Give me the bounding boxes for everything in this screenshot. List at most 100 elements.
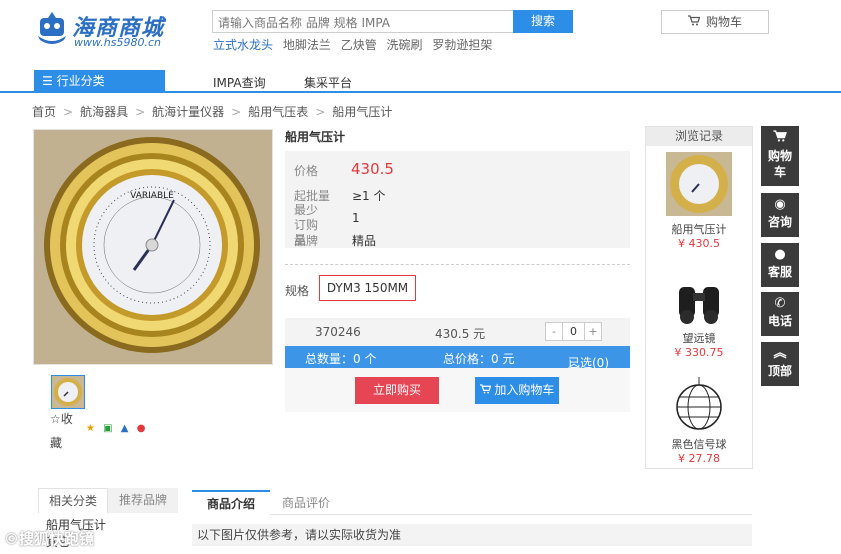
total-quantity: 总数量：0 个 [305, 352, 377, 366]
nav-item-purchase[interactable]: 集采平台 [304, 74, 352, 91]
search-button[interactable]: 搜索 [513, 10, 573, 33]
tool-top[interactable]: ︽ 顶部 [761, 342, 799, 386]
spec-label: 规格 [285, 284, 310, 298]
cart-icon [687, 11, 701, 33]
order-unit-price: 430.5 元 [435, 327, 486, 341]
list-icon: ☰ [42, 74, 57, 88]
chevron-right-icon: > [135, 105, 146, 119]
hot-word-link[interactable]: 地脚法兰 [283, 38, 331, 52]
tool-label: 电话 [767, 314, 792, 328]
cart-button[interactable]: 购物车 [661, 10, 769, 34]
wechat-share-icon[interactable]: ▣ [103, 423, 112, 434]
weibo-share-icon[interactable]: ● [137, 423, 146, 434]
favorite-button[interactable]: ☆收 [50, 410, 73, 427]
chevron-right-icon: > [231, 105, 242, 119]
history-item[interactable]: 黑色信号球 ¥ 27.78 [646, 377, 752, 465]
tab-recommend[interactable]: 推荐品牌 [108, 488, 178, 513]
history-item-name: 望远镜 [682, 332, 716, 345]
product-title: 船用气压计 [285, 130, 346, 144]
history-item-name: 船用气压计 [671, 223, 727, 236]
history-item[interactable]: 船用气压计 ¥ 430.5 [646, 152, 752, 250]
tool-label: 客服 [767, 265, 792, 279]
tab-description[interactable]: 商品介绍 [192, 490, 270, 515]
quantity-input[interactable]: 0 [563, 323, 584, 340]
category-menu[interactable]: ☰ 行业分类 [34, 70, 165, 93]
signal-ball-thumb [676, 377, 722, 430]
min-batch-value: ≥1 个 [352, 189, 386, 203]
chevron-right-icon: > [315, 105, 326, 119]
hot-word-link[interactable]: 乙炔管 [341, 38, 377, 52]
breadcrumb-item[interactable]: 首页 [32, 105, 56, 119]
breadcrumb-item[interactable]: 船用气压表 [248, 105, 308, 119]
history-item[interactable]: 望远镜 ¥ 330.75 [646, 277, 752, 359]
history-item-price: ¥ 430.5 [678, 237, 720, 250]
top-icon: ︽ [773, 346, 787, 361]
breadcrumb-item[interactable]: 船用气压计 [332, 105, 392, 119]
star-share-icon[interactable]: ★ [86, 423, 95, 434]
qzone-share-icon[interactable]: ▲ [121, 423, 129, 434]
add-to-cart-label: 加入购物车 [494, 383, 555, 397]
minus-button[interactable]: - [546, 323, 563, 340]
binoculars-thumb [679, 287, 719, 324]
history-item-price: ¥ 27.78 [678, 452, 720, 465]
logo-url: www.hs5980.cn [74, 36, 161, 49]
logo-icon [38, 12, 66, 44]
hot-word-link[interactable]: 立式水龙头 [213, 38, 273, 52]
tool-label: 购物车 [767, 149, 792, 179]
order-code: 370246 [315, 325, 361, 339]
chevron-right-icon: > [63, 105, 74, 119]
watermark: ©搜狐快跑镜 [4, 530, 95, 548]
cart-icon [761, 130, 799, 147]
tab-related[interactable]: 相关分类 [38, 488, 108, 513]
share-icons: ★ ▣ ▲ ● [86, 423, 150, 434]
hot-words: 立式水龙头 地脚法兰 乙炔管 洗碗刷 罗勃逊担架 [213, 36, 498, 53]
plus-button[interactable]: + [584, 323, 601, 340]
tool-service[interactable]: ● 客服 [761, 243, 799, 287]
price-box: 价格 430.5 起批量 ≥1 个 最少订购量 1 品牌 精品 [285, 151, 630, 248]
hot-word-link[interactable]: 罗勃逊担架 [432, 38, 492, 52]
svg-text:VARIABLE: VARIABLE [130, 191, 174, 201]
buy-now-button[interactable]: 立即购买 [355, 377, 439, 404]
tool-consult[interactable]: ◉ 咨询 [761, 193, 799, 237]
price-value: 430.5 [351, 160, 394, 178]
tool-cart[interactable]: 购物车 [761, 126, 799, 186]
buy-area: 立即购买 加入购物车 [285, 368, 630, 412]
breadcrumb: 首页 > 航海器具 > 航海计量仪器 > 船用气压表 > 船用气压计 [32, 103, 392, 120]
hot-word-link[interactable]: 洗碗刷 [387, 38, 423, 52]
cart-icon [479, 383, 495, 397]
barometer-thumb [666, 152, 732, 216]
history-item-name: 黑色信号球 [671, 438, 727, 451]
cart-label: 购物车 [705, 15, 742, 29]
desc-tabs: 商品介绍 商品评价 [192, 490, 752, 515]
thumbnail-image [52, 376, 84, 408]
phone-icon: ✆ [774, 296, 786, 311]
spec-option[interactable]: DYM3 150MM [319, 275, 416, 301]
breadcrumb-item[interactable]: 航海器具 [80, 105, 128, 119]
main-nav: ☰ 行业分类 IMPA查询 集采平台 [0, 70, 841, 93]
category-label: 行业分类 [56, 74, 105, 88]
site-logo[interactable]: 海商商城 www.hs5980.cn [34, 10, 174, 50]
brand-value: 精品 [352, 234, 377, 248]
history-item-price: ¥ 330.75 [674, 346, 724, 359]
browse-history: 浏览记录 船用气压计 ¥ 430.5 望远镜 ¥ 330.75 黑色信号球 ¥ … [645, 126, 753, 469]
total-bar: 总数量：0 个 总价格：0 元 已选(0) ︿ [285, 346, 630, 370]
tab-reviews[interactable]: 商品评价 [282, 494, 330, 511]
add-to-cart-button[interactable]: 加入购物车 [475, 377, 559, 404]
search-input[interactable]: 请输入商品名称 品牌 规格 IMPA [212, 10, 514, 33]
tool-phone[interactable]: ✆ 电话 [761, 292, 799, 336]
desc-note: 以下图片仅供参考，请以实际收货为准 [192, 524, 752, 546]
quantity-stepper: - 0 + [545, 322, 602, 341]
favorite-label: 藏 [50, 436, 63, 450]
chat-icon: ◉ [774, 197, 786, 212]
min-batch-label: 起批量 [294, 189, 331, 203]
breadcrumb-item[interactable]: 航海计量仪器 [152, 105, 224, 119]
service-icon: ● [774, 247, 786, 262]
min-order-value: 1 [352, 211, 360, 225]
barometer-image: VARIABLE [34, 130, 272, 364]
product-main-image: VARIABLE [33, 129, 273, 365]
divider [285, 264, 630, 265]
history-title: 浏览记录 [646, 127, 752, 146]
product-thumbnail[interactable] [51, 375, 85, 409]
nav-item-impa[interactable]: IMPA查询 [213, 74, 266, 91]
total-price: 总价格：0 元 [443, 352, 515, 366]
